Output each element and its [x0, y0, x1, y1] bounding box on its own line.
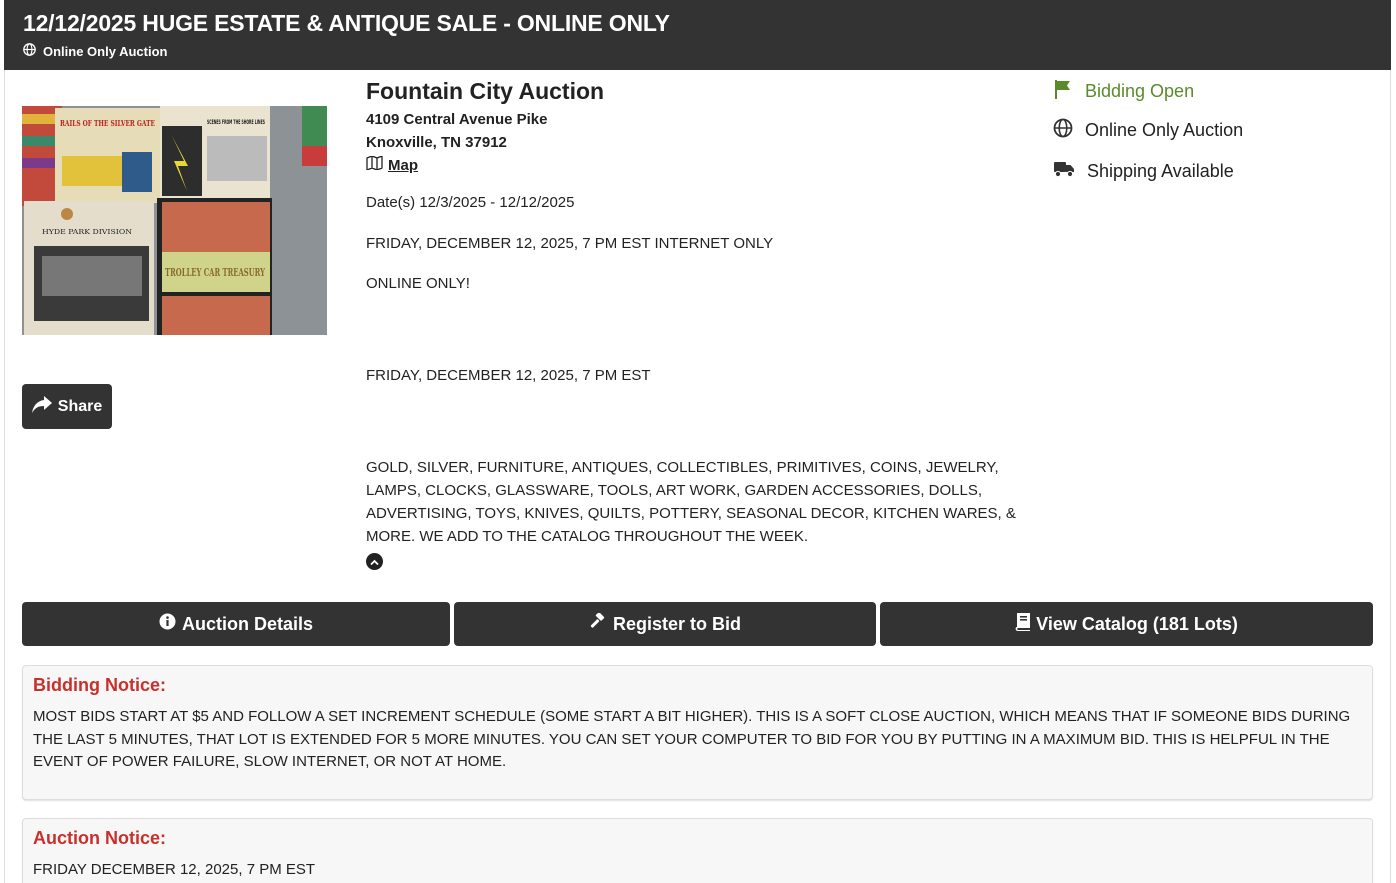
auction-notice-title: Auction Notice:: [33, 828, 166, 848]
auction-details-button[interactable]: Auction Details: [22, 602, 450, 646]
status-bidding-open: Bidding Open: [1053, 79, 1194, 104]
address-line-1: 4109 Central Avenue Pike: [366, 111, 548, 128]
auction-thumbnail[interactable]: RAILS OF THE SILVER GATE SCENES FROM THE…: [22, 106, 327, 335]
bidding-notice: Bidding Notice: MOST BIDS START AT $5 AN…: [22, 665, 1373, 800]
auction-notice: Auction Notice: FRIDAY DECEMBER 12, 2025…: [22, 818, 1373, 883]
svg-text:SCENES FROM THE SHORE LINES: SCENES FROM THE SHORE LINES: [207, 119, 265, 126]
book-icon: [1015, 612, 1031, 636]
book-cover: SCENES FROM THE SHORE LINES: [160, 106, 270, 199]
map-link-label[interactable]: Map: [388, 154, 418, 177]
view-catalog-button[interactable]: View Catalog (181 Lots): [880, 602, 1373, 646]
globe-icon: [23, 43, 36, 59]
svg-text:HYDE PARK DIVISION: HYDE PARK DIVISION: [42, 229, 132, 236]
share-icon: [31, 395, 52, 418]
auction-dates: Date(s) 12/3/2025 - 12/12/2025: [366, 194, 575, 211]
share-label: Share: [57, 397, 103, 415]
bidding-notice-body: MOST BIDS START AT $5 AND FOLLOW A SET I…: [33, 708, 1351, 770]
status-online-only: Online Only Auction: [1053, 118, 1243, 143]
status-shipping: Shipping Available: [1053, 160, 1234, 183]
svg-text:TROLLEY CAR TREASURY: TROLLEY CAR TREASURY: [165, 266, 265, 279]
collapse-button[interactable]: [366, 553, 383, 570]
gavel-icon: [589, 611, 607, 636]
svg-text:RAILS OF THE SILVER GATE: RAILS OF THE SILVER GATE: [60, 118, 155, 128]
book-cover: HYDE PARK DIVISION: [24, 201, 154, 335]
register-to-bid-button[interactable]: Register to Bid: [454, 602, 876, 646]
auction-schedule-line: FRIDAY, DECEMBER 12, 2025, 7 PM EST INTE…: [366, 235, 774, 252]
register-to-bid-label: Register to Bid: [612, 613, 741, 634]
auction-type-text: Online Only Auction: [43, 43, 168, 59]
shipping-status-text: Shipping Available: [1087, 161, 1234, 181]
address-line-2: Knoxville, TN 37912: [366, 134, 507, 151]
bidding-notice-title: Bidding Notice:: [33, 675, 166, 695]
auction-title: 12/12/2025 HUGE ESTATE & ANTIQUE SALE - …: [23, 10, 670, 36]
info-icon: [159, 613, 176, 635]
book-cover: RAILS OF THE SILVER GATE: [55, 108, 160, 203]
globe-icon: [1053, 118, 1073, 143]
auction-description: GOLD, SILVER, FURNITURE, ANTIQUES, COLLE…: [366, 459, 1016, 545]
auction-notice-body: FRIDAY DECEMBER 12, 2025, 7 PM EST: [33, 861, 316, 878]
map-icon: [366, 154, 383, 177]
view-catalog-label: View Catalog (181 Lots): [1036, 613, 1238, 634]
bidding-status-text: Bidding Open: [1085, 81, 1195, 101]
auction-online-note: ONLINE ONLY!: [366, 275, 470, 292]
chevron-up-icon: [370, 553, 379, 571]
auction-header: 12/12/2025 HUGE ESTATE & ANTIQUE SALE - …: [4, 0, 1391, 70]
auction-type-label: Online Only Auction: [23, 43, 167, 59]
truck-icon: [1053, 160, 1075, 183]
auction-schedule-line-2: FRIDAY, DECEMBER 12, 2025, 7 PM EST: [366, 367, 651, 384]
auction-details-label: Auction Details: [181, 613, 314, 634]
share-button[interactable]: Share: [22, 384, 112, 429]
auctioneer-name: Fountain City Auction: [366, 78, 605, 104]
book-cover: TROLLEY CAR TREASURY: [157, 198, 272, 335]
flag-icon: [1053, 79, 1073, 104]
map-link[interactable]: Map: [366, 154, 1036, 177]
auctioneer-info: Fountain City Auction 4109 Central Avenu…: [366, 78, 1036, 177]
auction-type-status-text: Online Only Auction: [1085, 120, 1244, 140]
